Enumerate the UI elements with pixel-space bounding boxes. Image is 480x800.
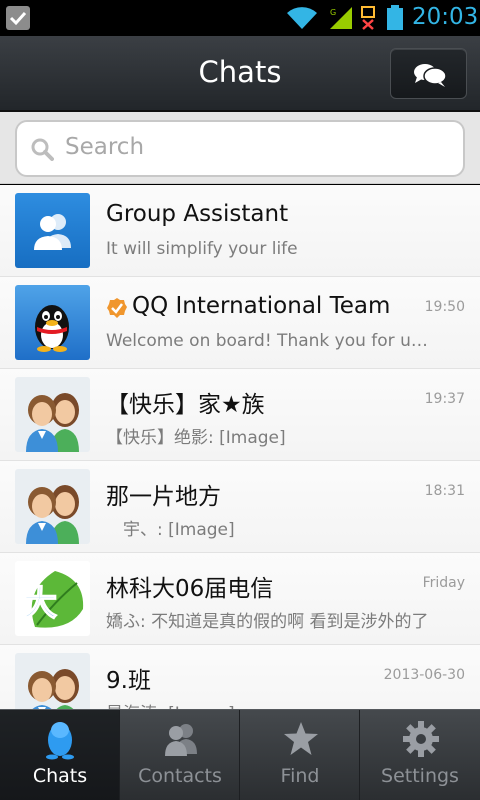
chat-row-qq-international-team[interactable]: QQ International Team 19:50 Welcome on b… — [0, 277, 480, 369]
chat-time: 18:31 — [424, 483, 465, 499]
chat-row-linkeda-dianxin[interactable]: 大 林科大06届电信 Friday 嬌ふ: 不知道是真的假的啊 看到是涉外的了 — [0, 553, 480, 645]
group-couple-avatar — [15, 653, 90, 709]
chat-preview: 是海涛: [Image] — [106, 699, 436, 709]
chat-preview: 嬌ふ: 不知道是真的假的啊 看到是涉外的了 — [106, 612, 429, 632]
notification-check-icon — [6, 6, 30, 30]
chat-name: 9.班 — [106, 668, 151, 694]
chat-name: 那一片地方 — [106, 484, 221, 510]
chat-time: Friday — [422, 575, 465, 591]
contacts-icon — [165, 724, 197, 756]
title-bar: Chats — [0, 36, 480, 112]
star-icon — [284, 722, 318, 755]
group-assistant-avatar — [15, 193, 90, 268]
verified-badge-icon — [107, 298, 127, 318]
chat-preview: 【快乐】绝影: [Image] — [106, 428, 286, 448]
chat-name: 【快乐】家★族 — [106, 392, 265, 418]
status-bar: G 20:03 — [0, 0, 480, 36]
qq-penguin-icon — [46, 722, 74, 760]
chat-row-kuaile-family[interactable]: 【快乐】家★族 19:37 【快乐】绝影: [Image] — [0, 369, 480, 461]
tab-settings[interactable]: Settings — [360, 710, 480, 800]
search-icon — [31, 138, 54, 161]
svg-text:大: 大 — [23, 584, 57, 624]
chat-preview: Welcome on board! Thank you for using QQ — [106, 331, 436, 351]
clock: 20:03 — [412, 4, 479, 30]
signal-icon: G — [330, 7, 352, 29]
chat-name: 林科大06届电信 — [106, 576, 274, 602]
chat-time: 19:50 — [424, 299, 465, 315]
leaf-logo-avatar: 大 — [15, 561, 90, 636]
chat-time: 19:37 — [424, 391, 465, 407]
search-placeholder: Search — [65, 134, 145, 160]
chat-row-9-ban[interactable]: 9.班 2013-06-30 是海涛: [Image] — [0, 645, 480, 709]
penguin-avatar — [15, 285, 90, 360]
group-couple-avatar — [15, 469, 90, 544]
start-chat-button[interactable] — [390, 48, 467, 99]
group-couple-avatar — [15, 377, 90, 452]
search-input[interactable]: Search — [15, 120, 465, 177]
chat-bubbles-icon — [414, 64, 447, 87]
tab-label: Settings — [381, 765, 459, 787]
svg-text:G: G — [330, 8, 336, 17]
chat-preview: It will simplify your life — [106, 239, 298, 259]
wifi-icon — [287, 7, 317, 30]
chat-name: Group Assistant — [106, 201, 289, 227]
no-sim-icon — [361, 6, 375, 30]
tab-label: Chats — [32, 765, 88, 787]
bottom-tab-bar: Chats Contacts Find Settings — [0, 709, 480, 800]
chat-list: Group Assistant It will simplify your li… — [0, 185, 480, 709]
chat-time: 2013-06-30 — [383, 667, 465, 683]
chat-row-na-yi-pian-di-fang[interactable]: 那一片地方 18:31 宇、: [Image] — [0, 461, 480, 553]
chat-preview: 宇、: [Image] — [106, 520, 235, 540]
tab-contacts[interactable]: Contacts — [120, 710, 240, 800]
battery-icon — [387, 5, 403, 30]
tab-label: Find — [280, 765, 320, 787]
tab-find[interactable]: Find — [240, 710, 360, 800]
chat-name: QQ International Team — [132, 293, 391, 319]
gear-icon — [403, 721, 439, 757]
tab-chats[interactable]: Chats — [0, 710, 120, 800]
tab-label: Contacts — [138, 765, 222, 787]
chat-row-group-assistant[interactable]: Group Assistant It will simplify your li… — [0, 185, 480, 277]
search-bar: Search — [0, 112, 480, 184]
